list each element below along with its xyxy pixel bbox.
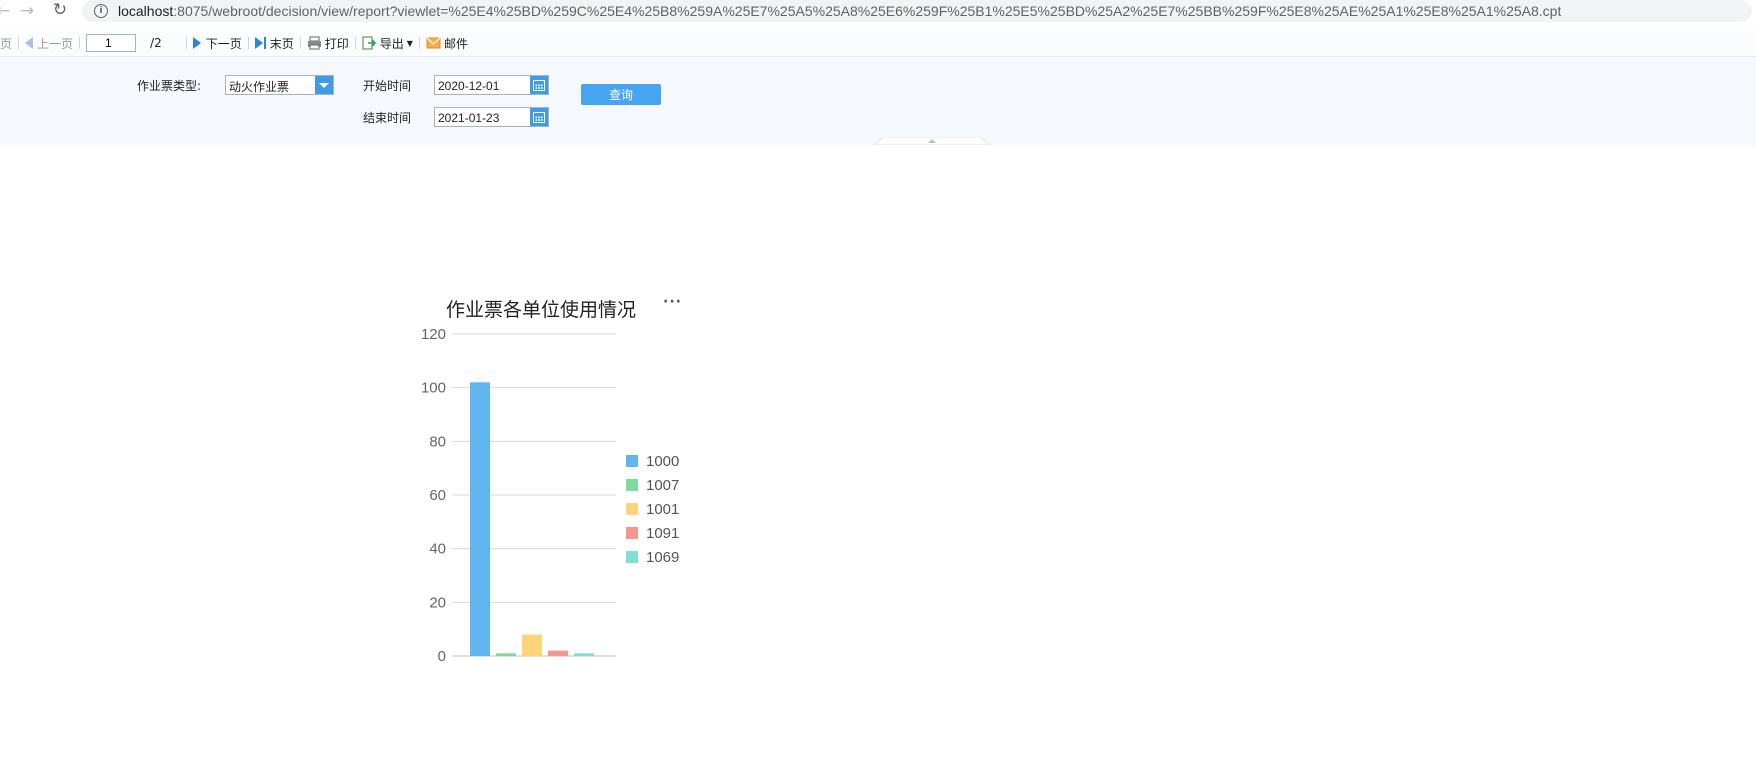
next-page-label: 下一页 <box>205 36 242 51</box>
mail-button[interactable]: 邮件 <box>426 33 468 53</box>
y-tick-label: 0 <box>438 648 446 665</box>
end-time-label: 结束时间 <box>363 111 412 125</box>
legend-label: 1000 <box>646 452 680 470</box>
back-icon[interactable]: ← <box>0 0 14 22</box>
y-tick-label: 60 <box>429 487 446 504</box>
start-time-label: 开始时间 <box>363 79 412 93</box>
browser-address-bar: ← → ↻ i localhost:8075/webroot/decision/… <box>0 0 1756 28</box>
print-label: 打印 <box>324 36 349 51</box>
toolbar-divider <box>354 37 356 49</box>
start-date-picker-button[interactable] <box>530 76 548 94</box>
ticket-type-label: 作业票类型: <box>137 79 202 93</box>
y-tick-label: 80 <box>429 433 446 450</box>
prev-page-label: 上一页 <box>37 36 74 51</box>
bar-1069[interactable] <box>574 653 594 656</box>
legend-item-1007[interactable]: 1007 <box>626 473 679 497</box>
forward-icon[interactable]: → <box>16 0 38 22</box>
legend-swatch <box>626 503 638 515</box>
toolbar-divider <box>185 37 187 49</box>
calendar-icon <box>533 111 545 123</box>
bar-1001[interactable] <box>522 634 542 656</box>
legend-item-1001[interactable]: 1001 <box>626 497 679 521</box>
end-date-value: 2021-01-23 <box>438 111 500 125</box>
parameter-panel: 作业票类型: 动火作业票 开始时间 2020-12-01 结束时间 2021-0… <box>0 57 1756 145</box>
next-page-button[interactable]: 下一页 <box>192 33 242 53</box>
export-button[interactable]: 导出 ▼ <box>362 33 413 53</box>
query-button[interactable]: 查询 <box>581 84 661 105</box>
legend-swatch <box>626 455 638 467</box>
bar-1000[interactable] <box>470 382 490 656</box>
dropdown-button[interactable] <box>315 76 333 94</box>
page-number-input[interactable] <box>86 34 137 52</box>
y-tick-label: 120 <box>421 326 446 343</box>
last-arrow-icon <box>254 37 263 49</box>
legend-item-1069[interactable]: 1069 <box>626 545 679 569</box>
legend-item-1091[interactable]: 1091 <box>626 521 679 545</box>
legend-label: 1069 <box>646 548 680 566</box>
end-date-field[interactable]: 2021-01-23 <box>434 107 549 127</box>
chevron-down-icon <box>319 82 329 88</box>
legend-swatch <box>626 527 638 539</box>
bar-chart: 0 20 40 60 80 100 120 <box>421 326 616 665</box>
prev-arrow-icon <box>25 37 34 49</box>
last-page-button[interactable]: 末页 <box>254 33 294 53</box>
start-date-value: 2020-12-01 <box>438 79 500 93</box>
collapse-tab-shape <box>875 137 989 145</box>
end-date-picker-button[interactable] <box>530 108 548 126</box>
report-toolbar: 首页 上一页 /2 下一页 末页 打印 导出 ▼ 邮件 <box>0 30 1756 57</box>
mail-label: 邮件 <box>443 36 468 51</box>
legend-swatch <box>626 479 638 491</box>
y-tick-label: 100 <box>421 380 446 397</box>
legend-swatch <box>626 551 638 563</box>
start-date-field[interactable]: 2020-12-01 <box>434 75 549 95</box>
toolbar-divider <box>418 37 420 49</box>
calendar-icon <box>533 79 545 91</box>
y-tick-label: 20 <box>429 594 446 611</box>
info-icon[interactable]: i <box>94 4 108 18</box>
mail-icon <box>426 37 441 49</box>
legend-label: 1007 <box>646 476 680 494</box>
prev-page-button[interactable]: 上一页 <box>25 33 73 53</box>
url-bar[interactable]: i localhost:8075/webroot/decision/view/r… <box>82 0 1752 22</box>
ticket-type-select[interactable]: 动火作业票 <box>225 75 334 95</box>
export-label: 导出 <box>379 36 404 51</box>
legend-item-1000[interactable]: 1000 <box>626 449 679 473</box>
last-bar-icon <box>263 37 266 49</box>
reload-icon[interactable]: ↻ <box>49 0 71 21</box>
bar-1007[interactable] <box>496 653 516 656</box>
chart-title: 作业票各单位使用情况 <box>446 299 637 321</box>
printer-icon <box>307 36 321 50</box>
y-tick-label: 40 <box>429 541 446 558</box>
toolbar-divider <box>247 37 249 49</box>
chevron-down-icon: ▼ <box>406 38 413 48</box>
export-icon <box>362 36 376 50</box>
total-pages: /2 <box>150 36 162 50</box>
print-button[interactable]: 打印 <box>307 33 349 53</box>
first-page-button[interactable]: 首页 <box>0 33 12 53</box>
chart-legend: 1000 1007 1001 1091 1069 <box>626 449 679 569</box>
toolbar-divider <box>79 37 81 49</box>
url-text: localhost:8075/webroot/decision/view/rep… <box>118 3 1562 19</box>
next-arrow-icon <box>192 37 201 49</box>
legend-label: 1001 <box>646 500 680 518</box>
last-page-label: 末页 <box>269 36 294 51</box>
first-page-label: 首页 <box>0 36 13 51</box>
toolbar-divider <box>299 37 301 49</box>
chart-menu-icon[interactable]: ··· <box>663 294 682 310</box>
legend-label: 1091 <box>646 524 680 542</box>
ticket-type-value: 动火作业票 <box>229 80 290 94</box>
collapse-panel-button[interactable] <box>875 137 989 145</box>
bar-1091[interactable] <box>548 650 568 656</box>
toolbar-divider <box>18 37 20 49</box>
